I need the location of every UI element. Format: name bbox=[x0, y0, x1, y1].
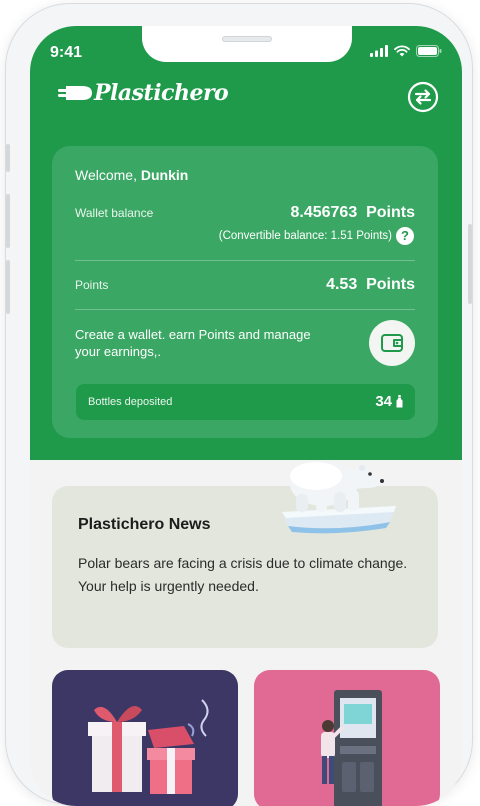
device-notch bbox=[142, 26, 352, 62]
wallet-balance-value: 8.456763 Points bbox=[290, 204, 415, 221]
swap-button[interactable] bbox=[406, 80, 440, 114]
logo-text: Plastichero bbox=[94, 80, 229, 106]
wallet-icon bbox=[381, 334, 403, 352]
user-name: Dunkin bbox=[140, 167, 189, 183]
points-label: Points bbox=[75, 278, 109, 292]
wallet-card: Welcome, Dunkin Wallet balance 8.456763 … bbox=[52, 146, 438, 438]
news-body-line-2: Your help is urgently needed. bbox=[78, 578, 259, 594]
volume-up-button bbox=[6, 194, 10, 248]
news-title: Plastichero News bbox=[78, 516, 211, 533]
create-wallet-promo: Create a wallet. earn Points and manage … bbox=[75, 327, 311, 359]
points-value: 4.53 Points bbox=[326, 276, 415, 293]
wallet-button[interactable] bbox=[369, 320, 415, 366]
news-body: Polar bears are facing a crisis due to c… bbox=[78, 552, 408, 598]
gift-boxes-illustration bbox=[88, 699, 209, 794]
app-screen: 9:41 Plastichero Welcome, Dunkin Wallet … bbox=[30, 26, 462, 806]
wifi-icon bbox=[394, 45, 410, 57]
help-icon[interactable]: ? bbox=[396, 227, 414, 245]
battery-icon bbox=[416, 45, 442, 57]
recycling-machine-illustration bbox=[321, 690, 382, 806]
bottles-deposited-value-wrap: 34 bbox=[375, 393, 403, 410]
plug-logo-icon bbox=[58, 86, 92, 100]
gift-tile[interactable] bbox=[52, 670, 238, 806]
news-body-line-1: Polar bears are facing a crisis due to c… bbox=[78, 555, 408, 571]
recycling-machine-tile[interactable] bbox=[254, 670, 440, 806]
mute-switch bbox=[6, 144, 10, 172]
status-icons bbox=[370, 45, 442, 57]
divider bbox=[75, 309, 415, 310]
welcome-prefix: Welcome, bbox=[75, 167, 137, 183]
speaker-grille bbox=[222, 36, 272, 42]
divider bbox=[75, 260, 415, 261]
volume-down-button bbox=[6, 260, 10, 314]
power-button bbox=[468, 224, 472, 304]
wallet-balance-label: Wallet balance bbox=[75, 206, 154, 220]
swap-arrows-icon bbox=[407, 81, 439, 113]
bottles-deposited-bar: Bottles deposited 34 bbox=[76, 384, 415, 420]
welcome-text: Welcome, Dunkin bbox=[75, 167, 188, 183]
convertible-balance-text: (Convertible balance: 1.51 Points) bbox=[218, 230, 392, 242]
bottles-deposited-value: 34 bbox=[375, 393, 392, 410]
app-logo: Plastichero bbox=[58, 80, 229, 106]
bottles-deposited-label: Bottles deposited bbox=[88, 396, 173, 408]
phone-frame: 9:41 Plastichero Welcome, Dunkin Wallet … bbox=[6, 4, 472, 806]
bottle-icon bbox=[396, 395, 403, 408]
status-time: 9:41 bbox=[50, 44, 83, 61]
cellular-signal-icon bbox=[370, 45, 388, 57]
polar-bear-illustration bbox=[282, 462, 396, 534]
